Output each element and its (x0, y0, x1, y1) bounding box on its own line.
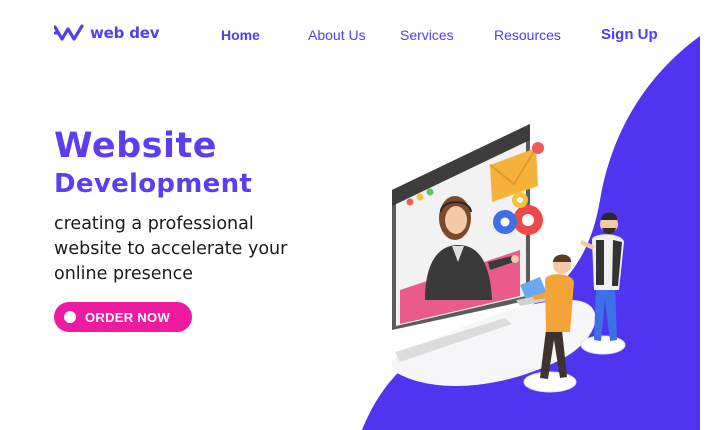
order-now-label: ORDER NOW (85, 309, 171, 325)
hero-title: Website (54, 126, 217, 166)
hero-subtitle: Development (54, 169, 253, 199)
hero-description: creating a professional website to accel… (54, 214, 288, 284)
circle-icon (64, 311, 76, 323)
order-now-button[interactable]: ORDER NOW (54, 302, 192, 332)
